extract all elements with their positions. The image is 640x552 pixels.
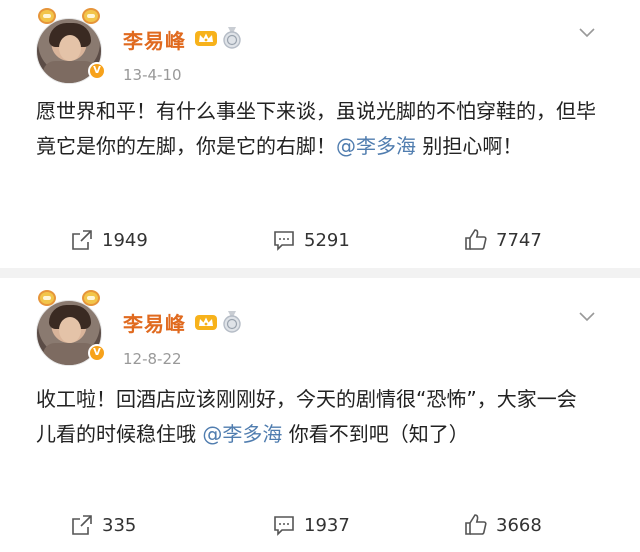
like-button[interactable]: 3668: [464, 510, 542, 540]
verified-badge-icon: V: [88, 62, 106, 80]
comment-count: 1937: [304, 514, 350, 536]
vip-crown-icon[interactable]: [194, 312, 218, 332]
thumbs-up-icon: [465, 514, 487, 535]
thumbs-up-icon: [465, 229, 487, 250]
share-button[interactable]: 1949: [70, 225, 148, 255]
share-count: 1949: [102, 229, 148, 251]
username[interactable]: 李易峰: [123, 308, 186, 337]
share-icon: [72, 515, 92, 535]
medal-icon[interactable]: [222, 311, 242, 333]
post-content: 愿世界和平！有什么事坐下来谈，虽说光脚的不怕穿鞋的，但毕竟它是你的左脚，你是它的…: [36, 94, 596, 164]
avatar-frame-decoration: [82, 8, 100, 24]
share-icon: [72, 230, 92, 250]
post-text: 你看不到吧（知了）: [282, 422, 469, 446]
action-bar: 1949 5291 7747: [0, 225, 640, 255]
comment-icon: [274, 231, 294, 251]
comment-count: 5291: [304, 229, 350, 251]
weibo-post: V 李易峰 13-4-10 愿世界和平！有什么事坐下来谈，虽说光脚的不怕穿鞋的，…: [0, 0, 640, 268]
avatar-frame-decoration: [82, 290, 100, 306]
post-text: 别担心啊！: [416, 134, 523, 158]
mention-link[interactable]: @李多海: [336, 134, 416, 158]
post-content: 收工啦！回酒店应该刚刚好，今天的剧情很“恐怖”，大家一会儿看的时候稳住哦 @李多…: [36, 382, 596, 452]
action-bar: 335 1937 3668: [0, 510, 640, 540]
post-date: 12-8-22: [123, 350, 182, 368]
share-button[interactable]: 335: [70, 510, 136, 540]
post-date: 13-4-10: [123, 66, 182, 84]
avatar[interactable]: V: [36, 8, 106, 84]
verified-badge-icon: V: [88, 344, 106, 362]
comment-button[interactable]: 5291: [272, 225, 350, 255]
share-count: 335: [102, 514, 137, 536]
vip-crown-icon[interactable]: [194, 28, 218, 48]
comment-button[interactable]: 1937: [272, 510, 350, 540]
like-button[interactable]: 7747: [464, 225, 542, 255]
like-count: 3668: [496, 514, 542, 536]
comment-icon: [274, 516, 294, 536]
chevron-down-icon[interactable]: [578, 26, 596, 38]
avatar[interactable]: V: [36, 290, 106, 366]
medal-icon[interactable]: [222, 27, 242, 49]
post-separator: [0, 268, 640, 278]
avatar-frame-decoration: [38, 290, 56, 306]
username[interactable]: 李易峰: [123, 25, 186, 54]
mention-link[interactable]: @李多海: [202, 422, 282, 446]
chevron-down-icon[interactable]: [578, 310, 596, 322]
weibo-post: V 李易峰 12-8-22 收工啦！回酒店应该刚刚好，今天的剧情很“恐怖”，大家…: [0, 278, 640, 552]
like-count: 7747: [496, 229, 542, 251]
avatar-frame-decoration: [38, 8, 56, 24]
